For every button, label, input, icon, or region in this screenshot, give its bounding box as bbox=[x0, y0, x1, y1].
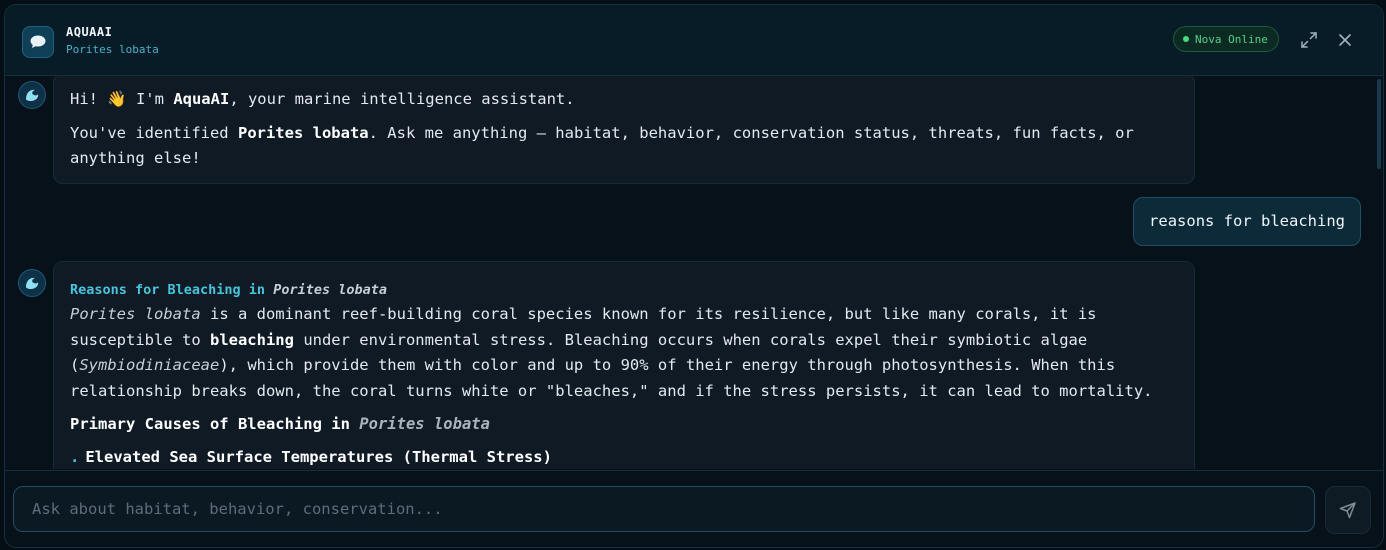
wave-emoji: 👋 bbox=[107, 90, 127, 108]
status-label: Nova Online bbox=[1195, 32, 1268, 46]
species-subtitle: Porites lobata bbox=[66, 43, 159, 56]
wave-logo-icon bbox=[26, 277, 39, 289]
bot-message-answer: Reasons for Bleaching in Porites lobata … bbox=[53, 261, 1195, 469]
answer-title: Reasons for Bleaching in Porites lobata bbox=[70, 282, 387, 298]
wave-logo-icon bbox=[26, 89, 39, 101]
expand-icon bbox=[1301, 32, 1317, 48]
message-input[interactable] bbox=[13, 486, 1315, 532]
send-button[interactable] bbox=[1325, 486, 1371, 534]
bot-avatar bbox=[18, 269, 46, 297]
status-badge: Nova Online bbox=[1173, 26, 1279, 52]
send-icon bbox=[1339, 502, 1356, 519]
bullet-icon: . bbox=[70, 448, 80, 466]
greeting-line-2: You've identified Porites lobata. Ask me… bbox=[70, 123, 1134, 168]
message-list[interactable]: Hi! 👋 I'm AquaAI, your marine intelligen… bbox=[5, 76, 1383, 469]
scrollbar-thumb[interactable] bbox=[1377, 79, 1381, 169]
assistant-name: AquaAI bbox=[173, 90, 230, 108]
chat-bubble-icon bbox=[22, 26, 54, 58]
answer-paragraph: Porites lobata is a dominant reef-buildi… bbox=[70, 305, 1153, 400]
species-name: Porites lobata bbox=[237, 123, 369, 142]
user-message: reasons for bleaching bbox=[1133, 197, 1361, 246]
composer bbox=[5, 470, 1383, 547]
bot-message-greeting: Hi! 👋 I'm AquaAI, your marine intelligen… bbox=[53, 76, 1195, 184]
expand-button[interactable] bbox=[1299, 30, 1319, 50]
online-dot-icon bbox=[1183, 36, 1189, 42]
close-button[interactable] bbox=[1335, 30, 1355, 50]
chat-window: AQUAAI Porites lobata Nova Online Hi! 👋 … bbox=[4, 4, 1384, 548]
close-icon bbox=[1339, 34, 1351, 46]
app-title: AQUAAI bbox=[66, 25, 113, 39]
causes-heading: Primary Causes of Bleaching in Porites l… bbox=[70, 415, 490, 433]
chat-header: AQUAAI Porites lobata Nova Online bbox=[5, 5, 1383, 76]
greeting-line-1: Hi! 👋 I'm AquaAI, your marine intelligen… bbox=[70, 90, 575, 108]
list-item: . Elevated Sea Surface Temperatures (Ther… bbox=[70, 448, 552, 466]
bot-avatar bbox=[18, 81, 46, 109]
